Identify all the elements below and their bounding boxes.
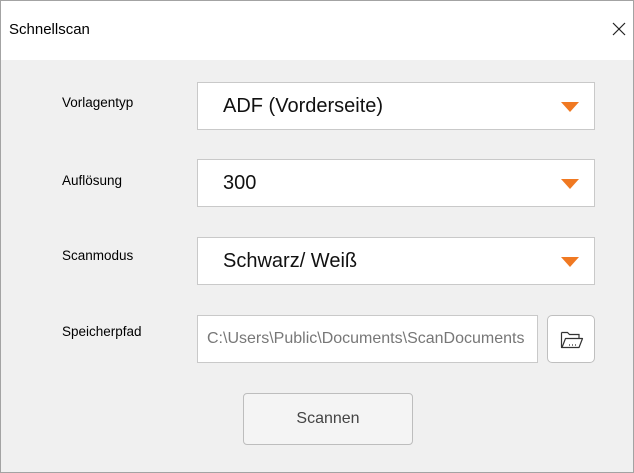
- quick-scan-dialog: Schnellscan Vorlagentyp ADF (Vorderseite…: [0, 0, 634, 473]
- save-path-value: C:\Users\Public\Documents\ScanDocuments: [207, 330, 525, 347]
- document-type-dropdown[interactable]: ADF (Vorderseite): [197, 82, 595, 130]
- scan-mode-label: Scanmodus: [62, 248, 134, 263]
- chevron-down-icon: [561, 102, 579, 112]
- resolution-dropdown[interactable]: 300: [197, 159, 595, 207]
- browse-folder-button[interactable]: [547, 315, 595, 363]
- scan-mode-value: Schwarz/ Weiß: [223, 250, 358, 272]
- resolution-label: Auflösung: [62, 173, 123, 188]
- save-path-label: Speicherpfad: [62, 324, 142, 339]
- window-title: Schnellscan: [9, 21, 90, 38]
- close-icon: [612, 22, 626, 36]
- scan-button[interactable]: Scannen: [243, 393, 413, 445]
- save-path-field[interactable]: C:\Users\Public\Documents\ScanDocuments: [197, 315, 538, 363]
- document-type-label: Vorlagentyp: [62, 95, 134, 110]
- scan-button-label: Scannen: [296, 410, 360, 427]
- chevron-down-icon: [561, 179, 579, 189]
- folder-open-icon: [560, 331, 584, 349]
- title-bar: Schnellscan: [1, 1, 633, 60]
- close-button[interactable]: [603, 13, 633, 47]
- scan-mode-dropdown[interactable]: Schwarz/ Weiß: [197, 237, 595, 285]
- resolution-value: 300: [223, 172, 257, 194]
- chevron-down-icon: [561, 257, 579, 267]
- document-type-value: ADF (Vorderseite): [223, 95, 384, 117]
